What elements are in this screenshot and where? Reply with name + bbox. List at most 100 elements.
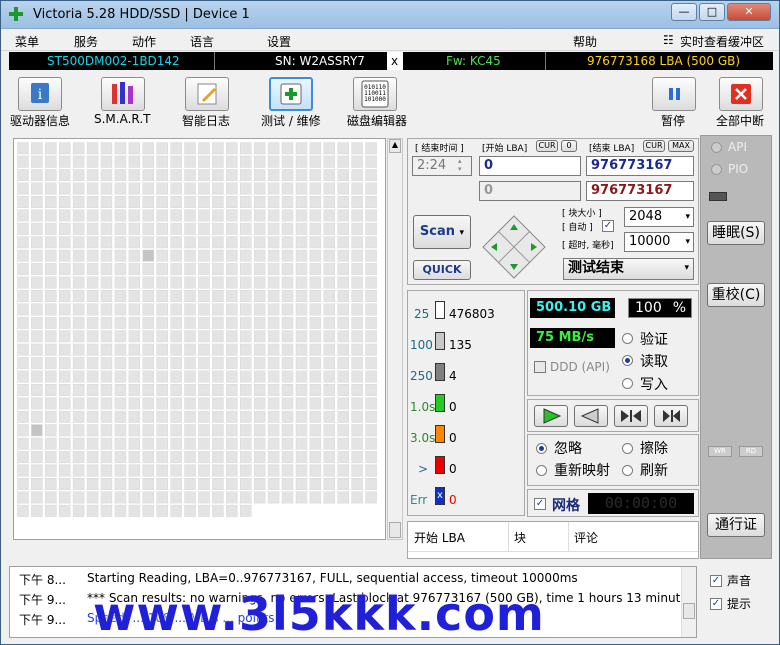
col-comment[interactable]: 评论 <box>574 529 598 546</box>
read-radio[interactable] <box>622 355 633 366</box>
drive-firmware: Fw: KC45 <box>446 54 501 68</box>
grid-scrollbar[interactable]: ▲ <box>387 138 403 540</box>
drive-info-bar: ST500DM002-1BD142 SN: W2ASSRY7 x Fw: KC4… <box>9 52 773 70</box>
ddd-api-checkbox[interactable] <box>534 361 546 373</box>
percent-value: 100 <box>635 300 662 316</box>
status-led <box>709 192 727 201</box>
end-time-label: [ 结束时间 ] <box>415 144 464 154</box>
menu-language[interactable]: 语言 <box>190 33 214 50</box>
pause-label: 暂停 <box>661 114 686 128</box>
stop-x-icon <box>731 84 751 104</box>
drive-info-button[interactable]: i <box>18 77 62 111</box>
ignore-radio[interactable] <box>536 443 547 454</box>
scan-button[interactable]: Scan ▾ <box>413 215 471 249</box>
pause-button[interactable] <box>652 77 696 111</box>
verify-radio[interactable] <box>622 333 633 344</box>
scan-dropdown-icon: ▾ <box>459 228 465 238</box>
minimize-button[interactable]: — <box>671 3 697 21</box>
menu-help[interactable]: 帮助 <box>573 33 597 50</box>
start-lba-input[interactable]: 0 <box>479 156 581 176</box>
sleep-button[interactable]: 睡眠(S) <box>707 221 765 245</box>
repair-action-panel: 忽略 擦除 重新映射 刷新 <box>527 434 699 486</box>
log-scrollbar[interactable] <box>681 567 696 637</box>
reverse-icon <box>580 408 599 424</box>
recalibrate-button[interactable]: 重校(C) <box>707 283 765 307</box>
legend-label: 1.0s <box>410 400 436 414</box>
end-button[interactable] <box>654 405 688 427</box>
legend-count: 0 <box>449 400 457 414</box>
refresh-label: 刷新 <box>640 463 668 479</box>
svg-text:101000: 101000 <box>364 96 386 103</box>
sound-checkbox[interactable]: ✓ <box>710 575 722 587</box>
read-label: 读取 <box>640 354 668 370</box>
close-button[interactable]: ✕ <box>727 3 771 21</box>
pio-radio[interactable] <box>711 164 722 175</box>
scroll-thumb[interactable] <box>389 522 401 538</box>
legend-label: 100 <box>410 338 433 352</box>
menu-service[interactable]: 服务 <box>74 33 98 50</box>
passport-button[interactable]: 通行证 <box>707 513 765 537</box>
sound-label: 声音 <box>727 574 752 588</box>
grid-timer-panel: ✓ 网格 00:00:00 <box>527 489 699 517</box>
menu-action[interactable]: 动作 <box>132 33 156 50</box>
api-label: API <box>728 140 747 154</box>
write-radio[interactable] <box>622 378 633 389</box>
direction-pad[interactable] <box>481 214 547 280</box>
rd-indicator: RD <box>739 446 763 457</box>
drive-lba: 976773168 LBA (500 GB) <box>587 54 741 68</box>
end-time-input[interactable]: 2:24 <box>412 156 472 176</box>
maximize-button[interactable]: □ <box>699 3 725 21</box>
quick-button[interactable]: QUICK <box>413 260 471 280</box>
scroll-up-arrow[interactable]: ▲ <box>389 139 401 153</box>
smart-log-button[interactable] <box>185 77 229 111</box>
toolbar: i 驱动器信息 S.M.A.R.T 智能日志 测试 / 维修 010110 110… <box>1 71 779 133</box>
end-action-value: 测试结束 <box>568 260 624 276</box>
menu-cache-view[interactable]: 实时查看缓冲区 <box>680 33 764 50</box>
pio-label: PIO <box>728 162 749 176</box>
start-zero-button[interactable]: 0 <box>561 140 577 152</box>
play-button[interactable] <box>534 405 568 427</box>
scanned-size: 500.10 GB <box>530 298 615 318</box>
log-scroll-thumb[interactable] <box>683 603 695 619</box>
menu-bar: 菜单 服务 动作 语言 设置 帮助 ☷ 实时查看缓冲区 <box>1 29 779 51</box>
right-side-panel: API PIO 睡眠(S) 重校(C) WR RD 通行证 <box>700 135 772 559</box>
to-end-icon <box>663 410 680 422</box>
log-time: 下午 9... <box>19 613 66 627</box>
drive-serial: SN: W2ASSRY7 <box>275 54 365 68</box>
skip-button[interactable] <box>614 405 648 427</box>
reverse-button[interactable] <box>574 405 608 427</box>
col-block[interactable]: 块 <box>514 529 526 546</box>
end-cur-button[interactable]: CUR <box>643 140 665 152</box>
log-pencil-icon <box>197 83 217 105</box>
hints-checkbox[interactable]: ✓ <box>710 598 722 610</box>
scan-label: Scan <box>419 224 456 239</box>
stop-all-button[interactable] <box>719 77 763 111</box>
info-icon: i <box>31 83 49 103</box>
end-time-value: 2:24 <box>417 158 447 173</box>
auto-checkbox[interactable]: ✓ <box>602 220 614 232</box>
grid-checkbox[interactable]: ✓ <box>534 498 546 510</box>
col-start-lba[interactable]: 开始 LBA <box>414 529 465 546</box>
end-action-select[interactable]: 测试结束 ▾ <box>563 258 694 280</box>
disk-editor-button[interactable]: 010110 110011 101000 <box>353 77 397 111</box>
menu-main[interactable]: 菜单 <box>15 33 39 50</box>
erase-radio[interactable] <box>622 443 633 454</box>
smart-button[interactable] <box>101 77 145 111</box>
window-title: Victoria 5.28 HDD/SSD | Device 1 <box>33 7 250 22</box>
end-max-button[interactable]: MAX <box>668 140 694 152</box>
start-cur-button[interactable]: CUR <box>536 140 558 152</box>
legend-count: 0 <box>449 462 457 476</box>
drive-close-x[interactable]: x <box>391 52 398 70</box>
wr-indicator: WR <box>708 446 732 457</box>
timeout-select[interactable]: 10000 ▾ <box>624 232 694 252</box>
end-lba-input[interactable]: 976773167 <box>586 156 694 176</box>
menu-settings[interactable]: 设置 <box>267 33 291 50</box>
time-spinner-icon[interactable]: ▴ ▾ <box>458 157 462 173</box>
api-radio[interactable] <box>711 142 722 153</box>
block-size-select[interactable]: 2048 ▾ <box>624 207 694 227</box>
drive-info-label: 驱动器信息 <box>10 114 71 128</box>
test-repair-button[interactable] <box>269 77 313 111</box>
remap-radio[interactable] <box>536 465 547 476</box>
medkit-icon <box>280 83 302 105</box>
refresh-radio[interactable] <box>622 465 633 476</box>
